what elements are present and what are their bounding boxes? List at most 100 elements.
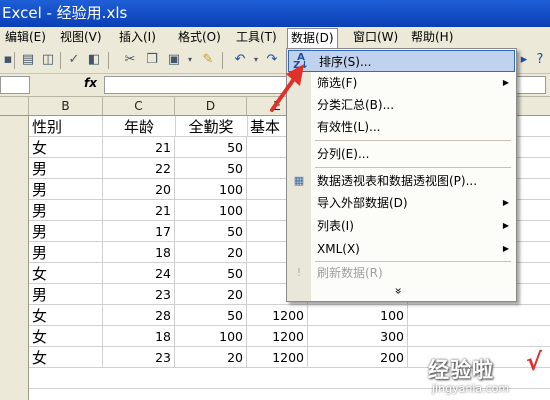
watermark-check-icon: √ xyxy=(526,348,543,376)
cell[interactable]: 300 xyxy=(308,326,408,346)
column-header-d[interactable]: D xyxy=(175,97,247,115)
menu-item-pivot-table[interactable]: ▦ 数据透视表和数据透视图(P)... xyxy=(287,170,516,192)
menu-bar: 编辑(E) 视图(V) 插入(I) 格式(O) 工具(T) 数据(D) 窗口(W… xyxy=(0,27,550,49)
cell[interactable]: 20 xyxy=(175,347,247,367)
cell[interactable]: 100 xyxy=(175,179,247,199)
menu-item-subtotals[interactable]: 分类汇总(B)... xyxy=(287,94,516,116)
menu-item-label: XML(X) xyxy=(317,242,360,256)
undo-icon[interactable]: ↶ xyxy=(232,52,248,68)
cell[interactable]: 23 xyxy=(103,284,175,304)
cell[interactable]: 100 xyxy=(308,305,408,325)
menu-item-sort[interactable]: A Z↓ 排序(S)... xyxy=(288,50,515,72)
cell[interactable]: 20 xyxy=(175,284,247,304)
cell[interactable]: 18 xyxy=(103,242,175,262)
cell[interactable]: 50 xyxy=(175,221,247,241)
menu-edit[interactable]: 编辑(E) xyxy=(2,29,49,46)
cell[interactable]: 男 xyxy=(29,200,103,220)
column-header-c[interactable]: C xyxy=(103,97,175,115)
cell[interactable]: 女 xyxy=(29,305,103,325)
menu-expand-button[interactable]: » xyxy=(287,280,516,302)
column-header-b[interactable]: B xyxy=(29,97,103,115)
cell[interactable]: 50 xyxy=(175,263,247,283)
cell[interactable]: 性别 xyxy=(29,116,103,136)
menu-window[interactable]: 窗口(W) xyxy=(350,29,401,46)
menu-insert[interactable]: 插入(I) xyxy=(116,29,159,46)
menu-tools[interactable]: 工具(T) xyxy=(233,29,280,46)
cell[interactable]: 男 xyxy=(29,158,103,178)
menu-item-label: 分列(E)... xyxy=(317,147,370,161)
cell[interactable]: 22 xyxy=(103,158,175,178)
cell[interactable]: 20 xyxy=(175,242,247,262)
menu-help[interactable]: 帮助(H) xyxy=(408,29,456,46)
cell[interactable]: 女 xyxy=(29,347,103,367)
menu-item-label: 数据透视表和数据透视图(P)... xyxy=(317,174,478,188)
spelling-icon[interactable]: ✓ xyxy=(66,52,82,68)
cell[interactable]: 女 xyxy=(29,263,103,283)
zoom-icon[interactable]: ▸ xyxy=(516,52,532,68)
cell[interactable]: 男 xyxy=(29,179,103,199)
cell[interactable]: 20 xyxy=(103,179,175,199)
cell[interactable]: 年龄 xyxy=(103,116,176,136)
cell[interactable]: 18 xyxy=(103,326,175,346)
paste-icon[interactable]: ▣ xyxy=(166,52,182,68)
refresh-icon: ! xyxy=(296,266,302,279)
sort-az-icon: A Z↓ xyxy=(293,52,309,71)
menu-item-label: 导入外部数据(D) xyxy=(317,196,408,210)
row-headers xyxy=(0,116,29,400)
menu-item-list[interactable]: 列表(I) ▶ xyxy=(287,215,516,237)
cell[interactable]: 17 xyxy=(103,221,175,241)
cell[interactable]: 50 xyxy=(175,158,247,178)
cell[interactable]: 100 xyxy=(175,326,247,346)
window-title: Excel - 经验用.xls xyxy=(2,4,128,22)
cell[interactable]: 女 xyxy=(29,137,103,157)
submenu-arrow-icon: ▶ xyxy=(502,198,509,207)
menu-view[interactable]: 视图(V) xyxy=(57,29,105,46)
cell[interactable]: 全勤奖 xyxy=(175,116,248,136)
cell[interactable]: 21 xyxy=(103,137,175,157)
menu-item-filter[interactable]: 筛选(F) ▶ xyxy=(287,72,516,94)
menu-item-label: 列表(I) xyxy=(317,219,354,233)
print-icon[interactable]: ▤ xyxy=(20,52,36,68)
cell[interactable]: 1200 xyxy=(247,326,308,346)
cell[interactable]: 50 xyxy=(175,137,247,157)
watermark-url: jingyanla.com xyxy=(432,382,510,395)
research-icon[interactable]: ◧ xyxy=(86,52,102,68)
redo-icon[interactable]: ↷ xyxy=(264,52,280,68)
table-row: 女 28 50 1200 100 xyxy=(29,305,550,326)
menu-item-xml[interactable]: XML(X) ▶ xyxy=(287,238,516,260)
print-preview-icon[interactable]: ◫ xyxy=(40,52,56,68)
menu-item-text-to-columns[interactable]: 分列(E)... xyxy=(287,143,516,165)
submenu-arrow-icon: ▶ xyxy=(502,78,509,87)
menu-data[interactable]: 数据(D) xyxy=(287,28,338,48)
cell[interactable]: 男 xyxy=(29,221,103,241)
menu-separator xyxy=(315,167,511,168)
toolbar-separator xyxy=(108,52,109,69)
cell[interactable]: 1200 xyxy=(247,347,308,367)
cell[interactable]: 女 xyxy=(29,326,103,346)
undo-dropdown-icon[interactable]: ▾ xyxy=(248,52,264,68)
paste-dropdown-icon[interactable]: ▾ xyxy=(182,52,198,68)
select-all-corner[interactable] xyxy=(0,97,29,115)
menu-item-validation[interactable]: 有效性(L)... xyxy=(287,116,516,138)
format-painter-icon[interactable]: ✎ xyxy=(200,52,216,68)
cut-icon[interactable]: ✂ xyxy=(122,52,138,68)
cell[interactable]: 200 xyxy=(308,347,408,367)
menu-item-import-external-data[interactable]: 导入外部数据(D) ▶ xyxy=(287,192,516,214)
cell[interactable]: 23 xyxy=(103,347,175,367)
cell[interactable]: 50 xyxy=(175,305,247,325)
submenu-arrow-icon: ▶ xyxy=(502,244,509,253)
cell[interactable]: 1200 xyxy=(247,305,308,325)
help-icon[interactable]: ? xyxy=(532,52,548,68)
watermark-text: 经验啦 xyxy=(428,358,494,382)
name-box[interactable] xyxy=(0,76,30,94)
cell[interactable]: 28 xyxy=(103,305,175,325)
function-icon[interactable]: fx xyxy=(84,76,97,90)
cell[interactable]: 100 xyxy=(175,200,247,220)
copy-icon[interactable]: ❐ xyxy=(144,52,160,68)
cell[interactable]: 21 xyxy=(103,200,175,220)
cell[interactable]: 24 xyxy=(103,263,175,283)
cell[interactable]: 男 xyxy=(29,242,103,262)
menu-format[interactable]: 格式(O) xyxy=(175,29,224,46)
cell[interactable]: 男 xyxy=(29,284,103,304)
menu-item-label: 有效性(L)... xyxy=(317,120,381,134)
